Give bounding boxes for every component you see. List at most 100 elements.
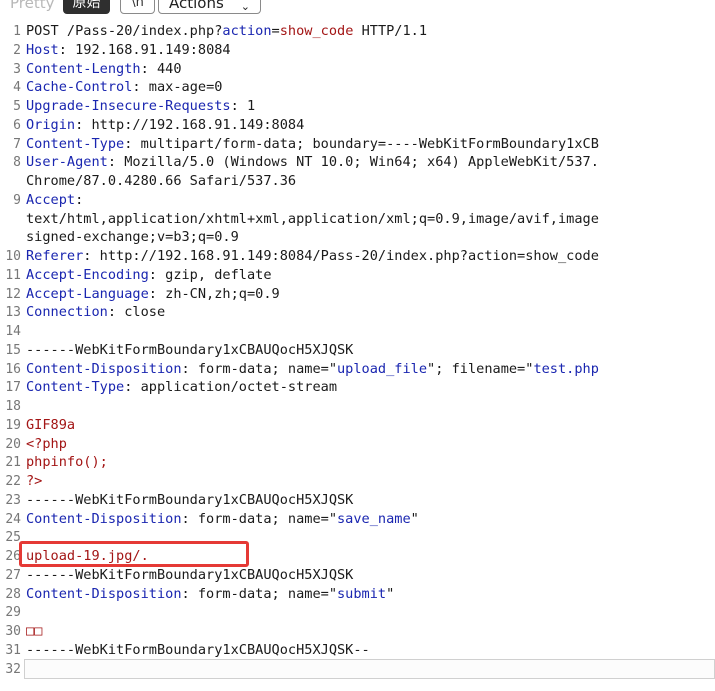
line-content: Upgrade-Insecure-Requests: 1 — [26, 97, 255, 116]
request-line: 12 Accept-Language: zh-CN,zh;q=0.9 — [0, 285, 715, 304]
line-number: 28 — [5, 586, 21, 602]
request-line: 31 ------WebKitFormBoundary1xCBAUQocH5XJQ… — [0, 641, 715, 660]
header-key: Cache-Control — [26, 79, 133, 96]
line-number: 4 — [13, 80, 21, 96]
line-number: 10 — [5, 249, 21, 264]
line-number: 5 — [13, 99, 21, 114]
tab-raw[interactable]: 原始 — [63, 0, 110, 14]
header-value: : form-data; name=" — [181, 510, 338, 527]
request-line: 10 Referer: http://192.168.91.149:8084/Pa… — [0, 247, 715, 266]
header-key: Upgrade-Insecure-Requests — [26, 98, 231, 114]
request-line: 19 GIF89a — [0, 416, 715, 435]
header-value: : 1 — [230, 98, 256, 114]
header-value: : 440 — [140, 60, 182, 77]
chevron-down-icon: ⌄ — [240, 0, 250, 13]
request-line: Chrome/87.0.4280.66 Safari/537.36 — [0, 172, 715, 191]
header-key: upload_file — [337, 360, 428, 377]
request-line: 14 — [0, 322, 715, 341]
header-value: "; filename=" — [427, 360, 534, 377]
request-line: 17 Content-Type: application/octet-stream — [0, 378, 715, 397]
line-number: 9 — [13, 192, 21, 208]
header-value: : gzip, deflate — [148, 266, 272, 283]
header-key: save_name — [337, 510, 411, 527]
line-number: 18 — [5, 399, 21, 414]
header-value: " — [410, 510, 419, 527]
header-key: Content-Disposition — [26, 360, 182, 377]
body-value: phpinfo(); — [26, 454, 108, 471]
line-content: □□ — [26, 622, 42, 641]
header-value: ------WebKitFormBoundary1xCBAUQocH5XJQSK — [26, 566, 354, 583]
line-number: 14 — [5, 324, 21, 339]
header-key: Content-Type — [26, 135, 125, 152]
line-content: ------WebKitFormBoundary1xCBAUQocH5XJQSK — [26, 341, 353, 360]
header-value: : http://192.168.91.149:8084 — [75, 116, 305, 133]
raw-request-editor[interactable]: 1 POST /Pass-20/index.php?action=show_cod… — [0, 22, 715, 691]
request-line: text/html,application/xhtml+xml,applicat… — [0, 210, 715, 229]
header-key: Referer — [26, 248, 84, 264]
request-line: signed-exchange;v=b3;q=0.9 — [0, 228, 715, 247]
header-value: " — [386, 585, 395, 602]
body-value: GIF89a — [26, 416, 76, 433]
header-value: : form-data; name=" — [181, 360, 338, 377]
line-number: 23 — [5, 492, 21, 508]
request-line: 28 Content-Disposition: form-data; name="… — [0, 585, 715, 604]
request-line: 27 ------WebKitFormBoundary1xCBAUQocH5XJQ… — [0, 566, 715, 585]
request-line: 8 User-Agent: Mozilla/5.0 (Windows NT 10.… — [0, 153, 715, 172]
header-key: action — [222, 23, 272, 39]
actions-button[interactable]: Actions ⌄ — [158, 0, 261, 14]
line-content: ------WebKitFormBoundary1xCBAUQocH5XJQSK… — [26, 641, 370, 660]
request-line: 21 phpinfo(); — [0, 453, 715, 472]
line-content: text/html,application/xhtml+xml,applicat… — [26, 210, 599, 229]
line-content: Content-Disposition: form-data; name="up… — [26, 360, 599, 379]
body-value: ?> — [26, 473, 43, 489]
body-value: <?php — [26, 435, 67, 452]
line-number: 27 — [5, 567, 21, 583]
line-number: 6 — [13, 117, 21, 133]
request-line: 9 Accept: — [0, 191, 715, 210]
line-number: 29 — [5, 605, 21, 621]
header-value: : close — [107, 304, 166, 321]
line-number: 32 — [5, 661, 21, 677]
body-value: show_code — [279, 23, 354, 39]
header-value: : http://192.168.91.149:8084/Pass-20/ind… — [83, 248, 599, 264]
line-number: 31 — [5, 642, 21, 658]
line-content: Content-Disposition: form-data; name="sa… — [26, 510, 419, 529]
line-content: Content-Length: 440 — [26, 60, 182, 79]
show-newlines-toggle[interactable]: \n — [120, 0, 155, 14]
header-key: Origin — [26, 116, 76, 133]
header-key: Accept-Language — [26, 285, 149, 302]
line-content: Referer: http://192.168.91.149:8084/Pass… — [26, 247, 599, 266]
line-content: Content-Type: multipart/form-data; bound… — [26, 135, 599, 154]
request-line: 7 Content-Type: multipart/form-data; boun… — [0, 135, 715, 154]
request-line: 5 Upgrade-Insecure-Requests: 1 — [0, 97, 715, 116]
request-line: 4 Cache-Control: max-age=0 — [0, 78, 715, 97]
line-content: ?> — [26, 472, 42, 491]
editor-toolbar: Pretty 原始 \n Actions ⌄ — [0, 0, 715, 14]
line-content: Accept-Encoding: gzip, deflate — [26, 266, 272, 285]
line-number: 2 — [13, 42, 21, 58]
request-line: 20 <?php — [0, 435, 715, 454]
line-content: signed-exchange;v=b3;q=0.9 — [26, 228, 239, 247]
request-line: 23 ------WebKitFormBoundary1xCBAUQocH5XJQ… — [0, 491, 715, 510]
header-value: HTTP/1.1 — [353, 23, 428, 39]
line-number: 11 — [5, 267, 21, 283]
line-number: 16 — [5, 361, 21, 377]
header-value: : application/octet-stream — [124, 379, 338, 396]
request-line: 18 — [0, 397, 715, 416]
tab-pretty[interactable]: Pretty — [6, 0, 59, 14]
header-value: Chrome/87.0.4280.66 Safari/537.36 — [26, 173, 297, 189]
line-number: 22 — [5, 474, 21, 489]
line-number: 20 — [5, 436, 21, 452]
line-number: 3 — [13, 61, 21, 77]
line-content: Accept-Language: zh-CN,zh;q=0.9 — [26, 285, 280, 304]
request-line: 22 ?> — [0, 472, 715, 491]
header-value: text/html,application/xhtml+xml,applicat… — [26, 210, 599, 227]
request-line: 3 Content-Length: 440 — [0, 60, 715, 79]
header-value: ------WebKitFormBoundary1xCBAUQocH5XJQSK — [26, 341, 354, 358]
request-line: 16 Content-Disposition: form-data; name="… — [0, 360, 715, 379]
request-line: 2 Host: 192.168.91.149:8084 — [0, 41, 715, 60]
actions-label: Actions — [169, 0, 224, 12]
line-number: 19 — [5, 417, 21, 433]
header-value: : multipart/form-data; boundary=----WebK… — [124, 135, 599, 152]
line-content: POST /Pass-20/index.php?action=show_code… — [26, 22, 427, 41]
